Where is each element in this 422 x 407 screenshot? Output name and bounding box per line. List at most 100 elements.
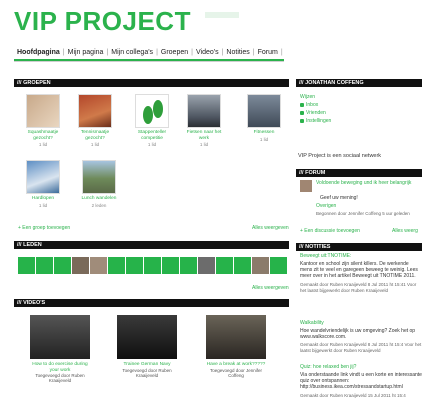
note-title[interactable]: Quiz: hoe relaxed ben jij?	[300, 364, 356, 370]
group-member-count: 1 lid	[38, 142, 48, 147]
forum-topic-link[interactable]: Voldoende beweging und ik heer belangrij…	[316, 180, 420, 186]
group-thumbnail[interactable]	[247, 94, 281, 128]
groups-header: /// GROEPEN	[14, 79, 289, 87]
note-body: Hoe wandelvriendelijk is uw omgeving? Zo…	[300, 328, 416, 340]
group-member-count: 1 lid	[38, 202, 48, 208]
video-thumbnail[interactable]	[117, 315, 177, 359]
group-name[interactable]: Fietsen naar het werk	[185, 130, 223, 141]
forum-started: Begonnen door Jennifer Coffeng 5 uur gel…	[316, 211, 410, 216]
note-body: Kantoor en school zijn silent killers. D…	[300, 261, 418, 279]
member-avatar[interactable]	[18, 257, 35, 274]
member-avatar[interactable]	[126, 257, 143, 274]
member-avatar[interactable]	[90, 257, 107, 274]
note-meta: Gemaakt door Ruben Kraaijeveld 8 Jul 201…	[300, 282, 417, 293]
forum-view-all-link[interactable]: Alles weerg	[392, 228, 418, 234]
forum-tag[interactable]: Overigen	[316, 203, 336, 209]
member-avatar[interactable]	[252, 257, 269, 274]
note-meta: Gemaakt door Ruben Kraaijeveld 8 Jul 201…	[300, 342, 422, 353]
group-card[interactable]: Fietsen naar het werk 1 lid	[185, 94, 223, 147]
logo-accent	[205, 12, 239, 18]
group-name[interactable]: Fitnessen	[245, 130, 283, 136]
group-thumbnail[interactable]	[187, 94, 221, 128]
group-name[interactable]: Lunch wandelen	[80, 196, 118, 202]
nav-hoofdpagina[interactable]: Hoofdpagina	[14, 49, 63, 56]
video-title[interactable]: How to do exercise during your work	[30, 362, 90, 373]
group-card[interactable]: Tennismaatje gezocht? 1 lid	[76, 94, 114, 147]
add-group-link[interactable]: + Een groep toevoegen	[18, 225, 70, 231]
group-member-count: 1 lid	[259, 136, 269, 142]
group-card[interactable]: Hardlopen 1 lid	[24, 160, 62, 208]
main-nav: Hoofdpagina | Mijn pagina | Mijn collega's…	[14, 45, 283, 59]
inbox-link[interactable]: Inbox	[300, 102, 318, 108]
note-title[interactable]: Walkability	[300, 320, 324, 326]
groups-view-all-link[interactable]: Alles weergeven	[252, 225, 289, 231]
add-discussion-link[interactable]: + Een discussie toevoegen	[300, 228, 360, 234]
member-avatar[interactable]	[108, 257, 125, 274]
group-member-count: 2 leden	[91, 202, 107, 208]
note-meta: Gemaakt door Ruben Kraaijeveld 15 Jul 20…	[300, 393, 406, 398]
video-thumbnail[interactable]	[206, 315, 266, 359]
video-thumbnail[interactable]	[30, 315, 90, 359]
friends-link[interactable]: Vrienden	[300, 110, 326, 116]
member-avatar[interactable]	[72, 257, 89, 274]
notes-header: /// NOTITIES	[296, 243, 422, 251]
forum-quote: Geef uw mening!	[320, 195, 358, 201]
profile-edit-link[interactable]: Wijzen	[300, 94, 315, 100]
network-tagline: VIP Project is een sociaal netwerk	[298, 153, 382, 159]
member-avatar[interactable]	[36, 257, 53, 274]
footprints-icon	[143, 100, 163, 124]
app-logo[interactable]: VIP PROJECT	[14, 6, 191, 37]
nav-divider	[14, 61, 284, 62]
video-title[interactable]: Trainee German Navy	[117, 362, 177, 368]
gear-icon	[300, 118, 304, 123]
nav-notities[interactable]: Notities	[223, 49, 252, 56]
members-header: /// LEDEN	[14, 241, 289, 249]
settings-link[interactable]: Instellingen	[300, 118, 331, 124]
video-title[interactable]: Have a break at work?????	[206, 362, 266, 368]
friends-icon	[300, 110, 304, 115]
member-avatar[interactable]	[54, 257, 71, 274]
video-author: Toegevoegd door Ruben Kraaijeveld	[122, 367, 172, 378]
group-name[interactable]: Hardlopen	[24, 196, 62, 202]
group-thumbnail[interactable]	[26, 94, 60, 128]
members-view-all-link[interactable]: Alles weergeven	[252, 285, 289, 291]
forum-header: /// FORUM	[296, 169, 422, 177]
video-card[interactable]: Have a break at work????? Toegevoegd doo…	[206, 315, 266, 378]
note-body: Via onderstaande link vindt u een korte …	[300, 372, 422, 390]
nav-forum[interactable]: Forum	[255, 49, 281, 56]
group-thumbnail[interactable]	[82, 160, 116, 194]
video-card[interactable]: How to do exercise during your work Toeg…	[30, 315, 90, 383]
avatar[interactable]	[300, 180, 312, 192]
videos-header: /// VIDEO'S	[14, 299, 289, 307]
member-avatar[interactable]	[216, 257, 233, 274]
inbox-icon	[300, 102, 304, 107]
group-member-count: 1 lid	[147, 142, 157, 147]
nav-groepen[interactable]: Groepen	[158, 49, 191, 56]
nav-videos[interactable]: Video's	[193, 49, 222, 56]
video-author: Toegevoegd door Ruben Kraaijeveld	[35, 373, 85, 383]
group-thumbnail[interactable]	[78, 94, 112, 128]
nav-mijn-pagina[interactable]: Mijn pagina	[65, 49, 107, 56]
member-avatar[interactable]	[234, 257, 251, 274]
group-name[interactable]: Stappenteller competitie	[133, 130, 171, 141]
group-card[interactable]: Squashmaatje gezocht? 1 lid	[24, 94, 62, 147]
nav-mijn-collegas[interactable]: Mijn collega's	[108, 49, 156, 56]
video-card[interactable]: Trainee German Navy Toegevoegd door Rube…	[117, 315, 177, 378]
group-card[interactable]: Fitnessen 1 lid	[245, 94, 283, 142]
member-avatar[interactable]	[198, 257, 215, 274]
profile-header: /// JONATHAN COFFENG	[296, 79, 422, 87]
group-name[interactable]: Tennismaatje gezocht?	[76, 130, 114, 141]
video-author: Toegevoegd door Jennifer Coffeng	[209, 367, 263, 378]
member-avatar[interactable]	[162, 257, 179, 274]
group-member-count: 1 lid	[90, 142, 100, 147]
member-avatar[interactable]	[144, 257, 161, 274]
group-thumbnail[interactable]	[135, 94, 169, 128]
group-member-count: 1 lid	[199, 142, 209, 147]
group-card[interactable]: Stappenteller competitie 1 lid	[133, 94, 171, 147]
group-card[interactable]: Lunch wandelen 2 leden	[80, 160, 118, 208]
note-title[interactable]: Beweegt uit:TNOTIME:	[300, 253, 351, 259]
group-thumbnail[interactable]	[26, 160, 60, 194]
member-avatar[interactable]	[180, 257, 197, 274]
member-avatar[interactable]	[270, 257, 287, 274]
group-name[interactable]: Squashmaatje gezocht?	[24, 130, 62, 141]
